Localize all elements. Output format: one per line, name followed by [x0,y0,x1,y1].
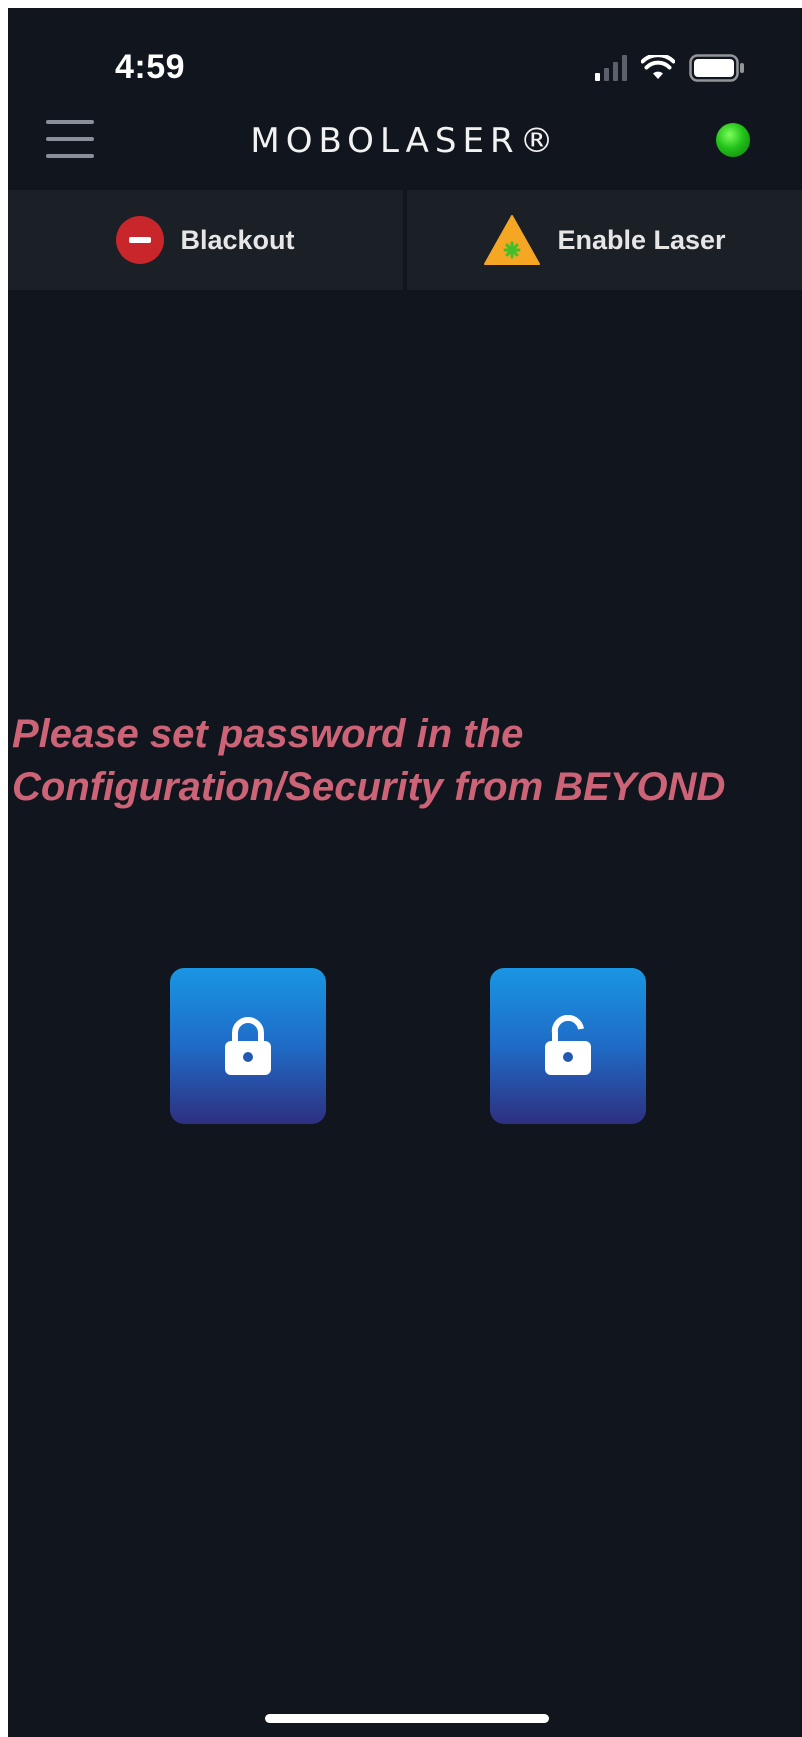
lock-closed-icon [225,1017,271,1075]
status-time: 4:59 [115,48,186,86]
unlock-button[interactable] [490,968,646,1124]
wifi-icon [641,55,675,79]
blackout-button[interactable]: Blackout [8,190,403,290]
home-indicator[interactable] [265,1714,549,1723]
message-line-2: Configuration/Security from BEYOND [12,765,726,809]
cellular-signal-icon [595,55,627,81]
app-screen: 4:59 MOBOLASER® Blackout Enable Laser Pl… [8,8,802,1737]
connection-status-indicator [716,123,750,157]
blackout-label: Blackout [180,224,295,255]
app-title: MOBOLASER® [250,121,560,161]
lock-button[interactable] [170,968,326,1124]
action-bar: Blackout Enable Laser [8,190,802,290]
blackout-icon [116,216,165,264]
lock-open-icon [545,1015,591,1075]
password-warning-message: Please set password in the Configuration… [12,708,802,814]
status-icons [595,54,745,82]
laser-warning-icon [484,215,541,265]
message-line-1: Please set password in the [12,712,524,756]
enable-laser-label: Enable Laser [557,224,726,255]
enable-laser-button[interactable]: Enable Laser [407,190,802,290]
battery-icon [689,54,744,82]
